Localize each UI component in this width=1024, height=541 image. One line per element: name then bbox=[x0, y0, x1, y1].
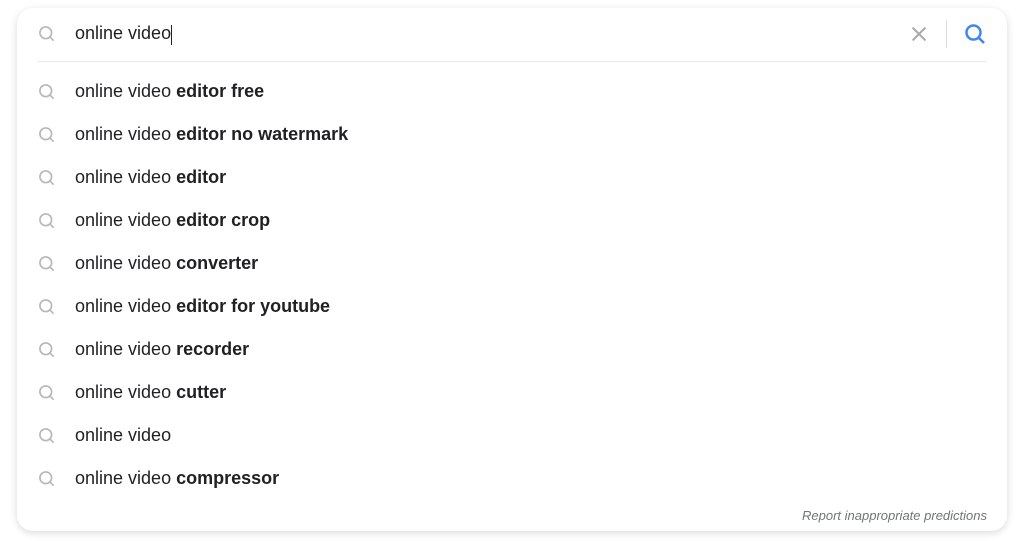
suggestion-text: online video converter bbox=[75, 250, 258, 277]
search-icon bbox=[37, 168, 57, 188]
suggestion-item[interactable]: online video compressor bbox=[17, 457, 1007, 500]
suggestion-item[interactable]: online video cutter bbox=[17, 371, 1007, 414]
search-icon bbox=[37, 211, 57, 231]
suggestion-text: online video editor no watermark bbox=[75, 121, 348, 148]
report-link[interactable]: Report inappropriate predictions bbox=[17, 504, 1007, 531]
search-icon bbox=[37, 383, 57, 403]
search-input[interactable]: online video bbox=[75, 23, 908, 44]
search-icon bbox=[37, 340, 57, 360]
suggestion-item[interactable]: online video editor for youtube bbox=[17, 285, 1007, 328]
suggestion-item[interactable]: online video editor free bbox=[17, 70, 1007, 113]
search-icon bbox=[37, 426, 57, 446]
suggestion-item[interactable]: online video editor bbox=[17, 156, 1007, 199]
search-icon bbox=[37, 82, 57, 102]
search-autocomplete-panel: online video online video editor freeonl… bbox=[17, 8, 1007, 531]
suggestion-text: online video compressor bbox=[75, 465, 279, 492]
clear-icon[interactable] bbox=[908, 23, 930, 45]
suggestion-text: online video recorder bbox=[75, 336, 249, 363]
suggestion-text: online video editor for youtube bbox=[75, 293, 330, 320]
search-icon bbox=[37, 469, 57, 489]
suggestion-text: online video cutter bbox=[75, 379, 226, 406]
suggestions-divider bbox=[37, 61, 987, 62]
suggestion-text: online video editor free bbox=[75, 78, 264, 105]
suggestion-item[interactable]: online video editor no watermark bbox=[17, 113, 1007, 156]
search-icon bbox=[37, 125, 57, 145]
suggestions-list: online video editor free online video edi… bbox=[17, 70, 1007, 504]
search-icon bbox=[37, 24, 57, 44]
suggestion-text: online video editor bbox=[75, 164, 226, 191]
search-submit-icon[interactable] bbox=[963, 22, 987, 46]
suggestion-item[interactable]: online video editor crop bbox=[17, 199, 1007, 242]
search-bar: online video bbox=[17, 8, 1007, 61]
suggestion-text: online video editor crop bbox=[75, 207, 270, 234]
suggestion-text: online video bbox=[75, 422, 171, 449]
divider bbox=[946, 20, 947, 48]
search-icon bbox=[37, 254, 57, 274]
suggestion-item[interactable]: online video recorder bbox=[17, 328, 1007, 371]
suggestion-item[interactable]: online video converter bbox=[17, 242, 1007, 285]
search-icon bbox=[37, 297, 57, 317]
suggestion-item[interactable]: online video bbox=[17, 414, 1007, 457]
